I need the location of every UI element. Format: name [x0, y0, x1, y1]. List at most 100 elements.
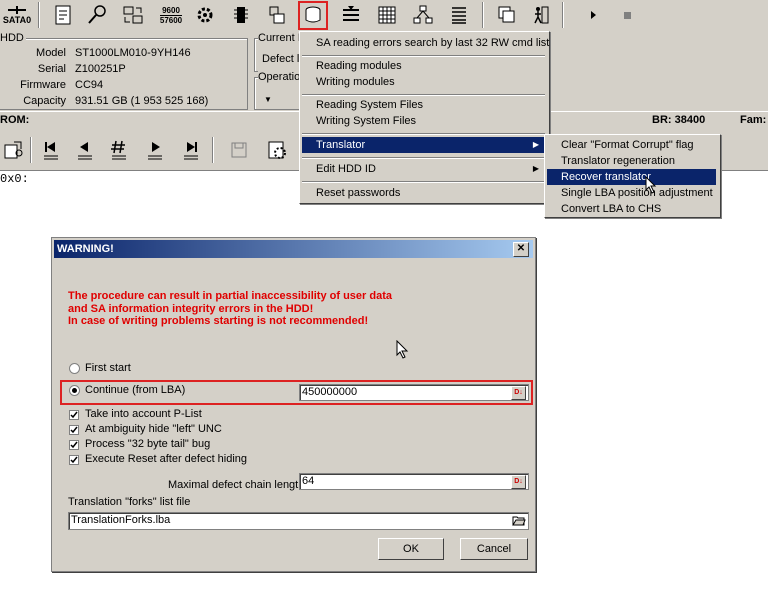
max-chain-picker-icon[interactable]: D↓	[511, 475, 526, 489]
run-button[interactable]	[580, 2, 606, 28]
model-value: ST1000LM010-9YH146	[75, 47, 191, 59]
settings-sector-button[interactable]	[264, 137, 290, 163]
tree-button[interactable]	[410, 2, 436, 28]
dialog-title: WARNING!	[57, 243, 114, 255]
next-sector-button[interactable]	[142, 137, 168, 163]
sata-label: SATA0	[2, 15, 32, 25]
submenu-arrow-icon: ▶	[532, 140, 539, 149]
sata-port-button[interactable]: SATA0	[2, 2, 32, 28]
first-start-radio[interactable]	[69, 363, 80, 374]
operation-group-label: Operatio	[258, 71, 301, 83]
menu-item-sa-errors-search[interactable]: SA reading errors search by last 32 RW c…	[300, 35, 549, 51]
play-icon	[591, 11, 596, 19]
modules-button[interactable]	[264, 2, 290, 28]
first-start-label: First start	[85, 362, 131, 374]
menu-item-translator-label: Translator	[316, 139, 366, 151]
menu-item-edit-hdd-id[interactable]: Edit HDD ID ▶	[300, 161, 547, 177]
goto-sector-button[interactable]	[106, 137, 132, 163]
stop-icon	[624, 12, 631, 19]
toolbar-separator	[212, 137, 214, 163]
dialog-titlebar: WARNING! ✕	[54, 240, 533, 258]
menu-item-writing-modules[interactable]: Writing modules	[300, 74, 547, 90]
menu-separator	[302, 94, 545, 96]
forks-file-input[interactable]: TranslationForks.lba	[68, 512, 529, 530]
previous-sector-button[interactable]	[72, 137, 98, 163]
menu-item-clear-format-corrupt[interactable]: Clear "Format Corrupt" flag	[545, 137, 718, 153]
tracks-button[interactable]	[338, 2, 364, 28]
menu-item-translator-regeneration[interactable]: Translator regeneration	[545, 153, 718, 169]
rom-label: ROM:	[0, 114, 30, 126]
skip-end-icon	[184, 142, 198, 160]
menu-item-reset-passwords[interactable]: Reset passwords	[300, 185, 547, 201]
exit-button[interactable]	[528, 2, 554, 28]
plist-checkbox[interactable]	[69, 410, 79, 420]
lba-picker-icon[interactable]: D↓	[511, 386, 526, 400]
menu-item-edit-hdd-id-label: Edit HDD ID	[316, 163, 376, 175]
lba-input[interactable]: 450000000 D↓	[299, 384, 529, 401]
transfer-data-button[interactable]	[0, 137, 26, 163]
baud-rate-button[interactable]: 9600 57600	[156, 2, 186, 28]
radio-selected-dot	[72, 388, 77, 393]
settings-button[interactable]	[192, 2, 218, 28]
warning-line-3: In case of writing problems starting is …	[68, 315, 369, 327]
menu-item-reading-system-files[interactable]: Reading System Files	[300, 97, 547, 113]
current-group-label: Current I	[258, 32, 301, 44]
transfer-icon	[123, 6, 143, 24]
warning-line-2: and SA information integrity errors in t…	[68, 303, 314, 315]
menu-item-writing-system-files[interactable]: Writing System Files	[300, 113, 547, 129]
hide-left-unc-checkbox[interactable]	[69, 425, 79, 435]
gear-icon	[197, 7, 213, 23]
hide-left-unc-label: At ambiguity hide "left" UNC	[85, 423, 222, 435]
chip-button[interactable]	[228, 2, 254, 28]
modules-icon	[269, 6, 285, 24]
key-button[interactable]	[84, 2, 110, 28]
baud-rate-status: BR: 38400	[652, 114, 706, 126]
ok-button[interactable]: OK	[378, 538, 444, 560]
chip-icon	[234, 7, 248, 23]
report-button[interactable]	[50, 2, 76, 28]
skip-start-icon	[44, 142, 58, 160]
firmware-value: CC94	[75, 79, 104, 91]
gear-page-icon	[268, 141, 286, 159]
close-button[interactable]: ✕	[513, 242, 529, 257]
menu-item-translator[interactable]: Translator ▶	[302, 137, 545, 153]
toolbar-separator	[562, 2, 564, 28]
output-line: 0x0:	[0, 172, 29, 186]
menu-item-recover-translator[interactable]: Recover translator	[547, 169, 716, 185]
service-area-menu: SA reading errors search by last 32 RW c…	[299, 31, 550, 204]
tracks-icon	[343, 6, 359, 21]
tail-bug-checkbox[interactable]	[69, 440, 79, 450]
operation-dropdown-arrow-icon[interactable]: ▼	[264, 95, 272, 104]
save-button[interactable]	[226, 137, 252, 163]
menu-separator	[302, 55, 545, 57]
menu-item-reading-modules[interactable]: Reading modules	[300, 58, 547, 74]
list-button[interactable]	[446, 2, 472, 28]
checkmark-icon	[70, 426, 78, 434]
windows-button[interactable]	[494, 2, 520, 28]
menu-item-convert-lba-to-chs[interactable]: Convert LBA to CHS	[545, 201, 718, 217]
save-icon	[231, 142, 247, 158]
model-label: Model	[36, 47, 66, 59]
grid-button[interactable]	[374, 2, 400, 28]
transfer-data-icon	[4, 141, 23, 159]
grid-icon	[378, 6, 396, 24]
warning-dialog: WARNING! ✕ The procedure can result in p…	[51, 237, 536, 572]
reset-after-hiding-checkbox[interactable]	[69, 455, 79, 465]
transfer-button[interactable]	[120, 2, 146, 28]
toolbar-separator	[482, 2, 484, 28]
open-folder-icon[interactable]	[512, 514, 526, 527]
menu-item-single-lba-adjustment[interactable]: Single LBA position adjustment	[545, 185, 718, 201]
defect-label: Defect l	[262, 53, 300, 65]
toolbar-separator	[30, 137, 32, 163]
last-sector-button[interactable]	[178, 137, 204, 163]
forks-file-value: TranslationForks.lba	[71, 514, 171, 526]
stop-button[interactable]	[614, 2, 640, 28]
tail-bug-label: Process "32 byte tail" bug	[85, 438, 211, 450]
baud-rate-label-top: 9600	[162, 5, 180, 15]
cancel-button[interactable]: Cancel	[460, 538, 528, 560]
max-chain-input[interactable]: 64 D↓	[299, 473, 529, 490]
step-forward-icon	[148, 142, 162, 160]
menu-separator	[302, 181, 545, 183]
continue-from-lba-radio[interactable]	[69, 385, 80, 396]
first-sector-button[interactable]	[38, 137, 64, 163]
